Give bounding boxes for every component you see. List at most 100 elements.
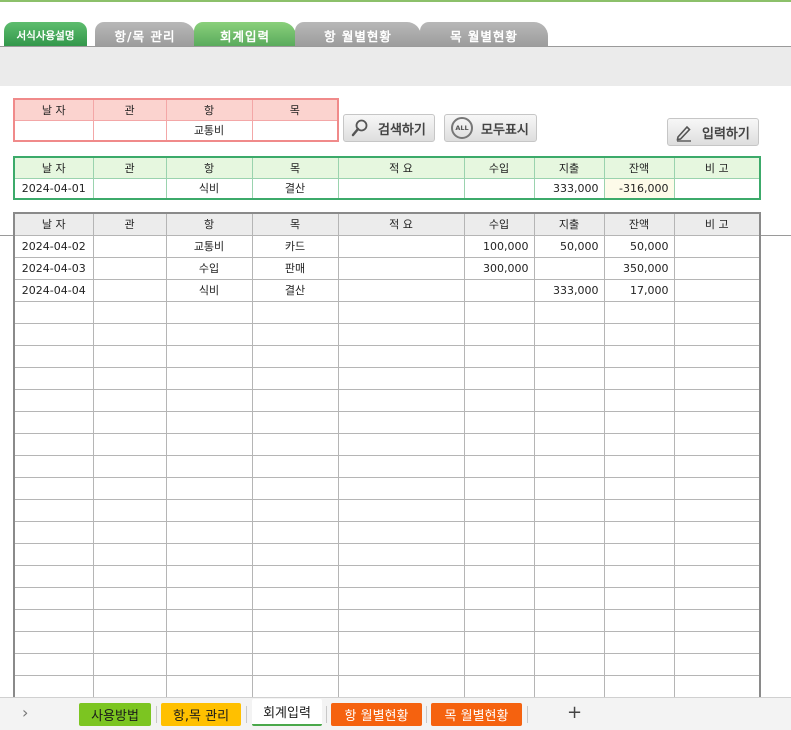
cell-balance[interactable] (603, 410, 675, 434)
search-date-cell[interactable] (13, 119, 94, 142)
cell-balance[interactable] (603, 388, 675, 412)
cell-income[interactable] (463, 322, 535, 346)
cell-date[interactable] (13, 630, 94, 654)
cell-income[interactable] (463, 652, 535, 676)
cell-income[interactable]: 100,000 (463, 234, 535, 258)
cell-mok[interactable]: 카드 (251, 234, 339, 258)
cell-balance[interactable] (603, 432, 675, 456)
cell-note[interactable] (673, 177, 761, 200)
cell-date[interactable] (13, 542, 94, 566)
show-all-button[interactable]: ALL 모두표시 (444, 114, 537, 142)
cell-expense[interactable] (533, 476, 605, 500)
cell-note[interactable] (673, 564, 761, 588)
cell-gwan[interactable] (92, 630, 167, 654)
cell-note[interactable] (673, 586, 761, 610)
tab-usage-guide[interactable]: 서식사용설명 (4, 22, 87, 48)
cell-desc[interactable] (337, 564, 465, 588)
cell-hang[interactable] (165, 498, 253, 522)
cell-income[interactable] (463, 177, 535, 200)
cell-hang[interactable]: 수입 (165, 256, 253, 280)
cell-expense[interactable] (533, 388, 605, 412)
cell-mok[interactable] (251, 366, 339, 390)
add-sheet-icon[interactable]: + (567, 702, 582, 723)
cell-hang[interactable] (165, 432, 253, 456)
cell-income[interactable] (463, 520, 535, 544)
cell-note[interactable] (673, 388, 761, 412)
cell-mok[interactable]: 결산 (251, 278, 339, 302)
cell-note[interactable] (673, 344, 761, 368)
cell-desc[interactable] (337, 542, 465, 566)
cell-mok[interactable] (251, 344, 339, 368)
sheet-tab-usage[interactable]: 사용방법 (79, 703, 151, 726)
cell-hang[interactable] (165, 608, 253, 632)
cell-mok[interactable] (251, 476, 339, 500)
cell-gwan[interactable] (92, 498, 167, 522)
cell-expense[interactable] (533, 256, 605, 280)
cell-balance[interactable] (603, 674, 675, 698)
cell-desc[interactable] (337, 256, 465, 280)
cell-expense[interactable] (533, 366, 605, 390)
cell-gwan[interactable] (92, 177, 167, 200)
cell-note[interactable] (673, 630, 761, 654)
cell-desc[interactable] (337, 520, 465, 544)
search-hang-cell[interactable]: 교통비 (165, 119, 253, 142)
cell-balance[interactable] (603, 300, 675, 324)
cell-mok[interactable] (251, 410, 339, 434)
cell-income[interactable] (463, 454, 535, 478)
sheet-nav-icon[interactable]: › (22, 703, 28, 722)
cell-mok[interactable] (251, 652, 339, 676)
cell-note[interactable] (673, 278, 761, 302)
search-gwan-cell[interactable] (92, 119, 167, 142)
cell-desc[interactable] (337, 278, 465, 302)
cell-expense[interactable] (533, 542, 605, 566)
cell-mok[interactable] (251, 300, 339, 324)
cell-balance[interactable] (603, 652, 675, 676)
cell-desc[interactable] (337, 652, 465, 676)
cell-gwan[interactable] (92, 300, 167, 324)
cell-hang[interactable] (165, 564, 253, 588)
cell-note[interactable] (673, 366, 761, 390)
cell-income[interactable] (463, 630, 535, 654)
cell-expense[interactable]: 333,000 (533, 278, 605, 302)
cell-gwan[interactable] (92, 388, 167, 412)
cell-desc[interactable] (337, 454, 465, 478)
cell-hang[interactable]: 식비 (165, 278, 253, 302)
cell-hang[interactable] (165, 366, 253, 390)
cell-desc[interactable] (337, 177, 465, 200)
cell-expense[interactable] (533, 454, 605, 478)
cell-expense[interactable] (533, 498, 605, 522)
cell-income[interactable] (463, 564, 535, 588)
sheet-tab-accounting-input[interactable]: 회계입력 (252, 699, 322, 726)
cell-desc[interactable] (337, 630, 465, 654)
cell-balance[interactable] (603, 542, 675, 566)
cell-balance[interactable] (603, 454, 675, 478)
cell-note[interactable] (673, 432, 761, 456)
cell-desc[interactable] (337, 388, 465, 412)
tab-hang-mok-manage[interactable]: 항/목 관리 (95, 22, 195, 48)
cell-hang[interactable] (165, 388, 253, 412)
cell-date[interactable] (13, 498, 94, 522)
cell-mok[interactable] (251, 674, 339, 698)
cell-gwan[interactable] (92, 322, 167, 346)
sheet-tab-hang-mok[interactable]: 항,목 관리 (161, 703, 241, 726)
cell-mok[interactable] (251, 388, 339, 412)
cell-expense[interactable]: 50,000 (533, 234, 605, 258)
cell-note[interactable] (673, 300, 761, 324)
cell-hang[interactable] (165, 586, 253, 610)
cell-date[interactable] (13, 344, 94, 368)
cell-expense[interactable] (533, 674, 605, 698)
cell-balance[interactable]: 350,000 (603, 256, 675, 280)
cell-date[interactable] (13, 586, 94, 610)
cell-date[interactable]: 2024-04-04 (13, 278, 94, 302)
cell-income[interactable] (463, 542, 535, 566)
cell-gwan[interactable] (92, 674, 167, 698)
cell-balance[interactable]: 17,000 (603, 278, 675, 302)
cell-hang[interactable] (165, 344, 253, 368)
cell-note[interactable] (673, 674, 761, 698)
cell-hang[interactable] (165, 630, 253, 654)
cell-income[interactable]: 300,000 (463, 256, 535, 280)
cell-expense[interactable] (533, 322, 605, 346)
cell-note[interactable] (673, 542, 761, 566)
cell-hang[interactable] (165, 454, 253, 478)
cell-mok[interactable] (251, 322, 339, 346)
